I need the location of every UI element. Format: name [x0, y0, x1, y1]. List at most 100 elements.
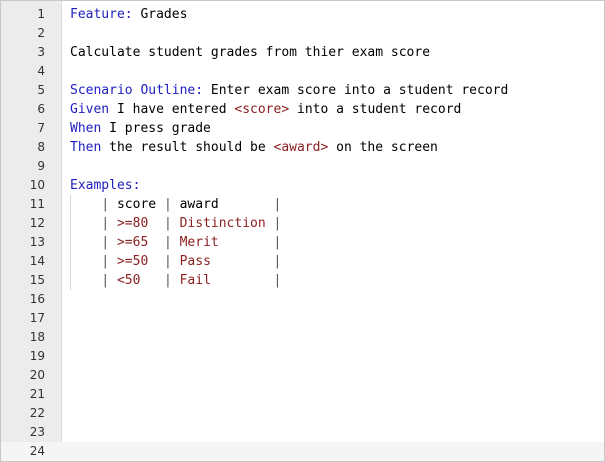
line-number: 2 [37, 26, 45, 40]
line-number: 6 [37, 102, 45, 116]
gherkin-keyword: Then [70, 140, 102, 155]
placeholder-text: <award> [273, 140, 329, 155]
editor-line[interactable]: 17 [1, 309, 604, 328]
code-text: Grades [132, 7, 188, 22]
editor-line[interactable]: 7 When I press grade [1, 119, 604, 138]
editor-line[interactable]: 8 Then the result should be <award> on th… [1, 138, 604, 157]
placeholder-text: Merit [171, 235, 274, 250]
line-number: 19 [29, 349, 45, 363]
line-number: 1 [37, 7, 45, 21]
line-number: 7 [37, 121, 45, 135]
editor-line[interactable]: 23 [1, 423, 604, 442]
line-number: 18 [29, 330, 45, 344]
code-text: I have entered [109, 102, 235, 117]
editor-line[interactable]: 18 [1, 328, 604, 347]
editor-line[interactable]: 9 [1, 157, 604, 176]
line-code[interactable]: | <50 | Fail | [70, 271, 281, 290]
table-pipe: | [163, 273, 172, 288]
table-pipe: | [273, 216, 282, 231]
line-number: 10 [29, 178, 45, 192]
line-code[interactable]: | >=80 | Distinction | [70, 214, 281, 233]
code-text: I press grade [101, 121, 211, 136]
editor-line[interactable]: 22 [1, 404, 604, 423]
code-text: award [171, 197, 274, 212]
line-code[interactable]: | >=65 | Merit | [70, 233, 281, 252]
editor-line[interactable]: 12 | >=80 | Distinction | [1, 214, 604, 233]
table-pipe: | [163, 254, 172, 269]
table-pipe: | [163, 235, 172, 250]
line-code[interactable]: When I press grade [70, 119, 211, 138]
code-text: score [109, 197, 164, 212]
code-text: Calculate student grades from thier exam… [70, 45, 431, 60]
editor-line[interactable]: 14 | >=50 | Pass | [1, 252, 604, 271]
code-text: on the screen [328, 140, 438, 155]
gherkin-keyword: Examples: [70, 178, 141, 193]
editor-line[interactable]: 24 [1, 442, 604, 461]
line-code[interactable]: Examples: [70, 176, 140, 195]
code-text: Enter exam score into a student record [203, 83, 509, 98]
editor-line[interactable]: 5 Scenario Outline: Enter exam score into… [1, 81, 604, 100]
line-number: 21 [29, 387, 45, 401]
line-number: 14 [29, 254, 45, 268]
line-number: 11 [29, 197, 45, 211]
line-number: 15 [29, 273, 45, 287]
table-pipe: | [273, 197, 282, 212]
editor-line[interactable]: 16 [1, 290, 604, 309]
placeholder-text: Fail [171, 273, 274, 288]
editor-line[interactable]: 11 | score | award | [1, 195, 604, 214]
code-text: into a student record [289, 102, 462, 117]
editor-line[interactable]: 21 [1, 385, 604, 404]
code-text: the result should be [101, 140, 274, 155]
placeholder-text: <score> [234, 102, 290, 117]
line-number: 3 [37, 45, 45, 59]
table-pipe: | [101, 254, 110, 269]
line-code[interactable]: Scenario Outline: Enter exam score into … [70, 81, 508, 100]
line-number: 17 [29, 311, 45, 325]
editor-line[interactable]: 15 | <50 | Fail | [1, 271, 604, 290]
line-number: 12 [29, 216, 45, 230]
editor-line[interactable]: 20 [1, 366, 604, 385]
placeholder-text: Distinction [171, 216, 274, 231]
editor-line[interactable]: 13 | >=65 | Merit | [1, 233, 604, 252]
placeholder-text: Pass [171, 254, 274, 269]
editor-line[interactable]: 1 Feature: Grades [1, 5, 604, 24]
editor-line[interactable]: 2 [1, 24, 604, 43]
line-number: 20 [29, 368, 45, 382]
line-code[interactable]: | >=50 | Pass | [70, 252, 281, 271]
gherkin-keyword: Feature: [70, 7, 133, 22]
editor-line[interactable]: 10 Examples: [1, 176, 604, 195]
table-pipe: | [273, 235, 282, 250]
line-code[interactable]: Then the result should be <award> on the… [70, 138, 438, 157]
line-code[interactable]: Feature: Grades [70, 5, 187, 24]
line-number: 16 [29, 292, 45, 306]
line-number: 4 [37, 64, 45, 78]
editor-line[interactable]: 4 [1, 62, 604, 81]
placeholder-text: >=80 [109, 216, 164, 231]
line-number: 5 [37, 83, 45, 97]
editor-lines[interactable]: 1 Feature: Grades 2 3 Calculate student grad… [1, 5, 604, 461]
line-number: 23 [29, 425, 45, 439]
gherkin-keyword: Given [70, 102, 110, 117]
code-editor[interactable]: 1 Feature: Grades 2 3 Calculate student grad… [0, 0, 605, 462]
line-code[interactable]: Calculate student grades from thier exam… [70, 43, 430, 62]
line-number: 22 [29, 406, 45, 420]
line-code[interactable]: Given I have entered <score> into a stud… [70, 100, 461, 119]
gherkin-keyword: Scenario Outline: [70, 83, 204, 98]
editor-line[interactable]: 3 Calculate student grades from thier exa… [1, 43, 604, 62]
line-number: 13 [29, 235, 45, 249]
table-pipe: | [163, 197, 172, 212]
table-pipe: | [101, 197, 110, 212]
editor-line[interactable]: 19 [1, 347, 604, 366]
gherkin-keyword: When [70, 121, 102, 136]
placeholder-text: >=65 [109, 235, 164, 250]
line-number: 24 [29, 444, 45, 458]
editor-line[interactable]: 6 Given I have entered <score> into a stu… [1, 100, 604, 119]
table-pipe: | [101, 235, 110, 250]
line-code[interactable]: | score | award | [70, 195, 281, 214]
line-number: 8 [37, 140, 45, 154]
